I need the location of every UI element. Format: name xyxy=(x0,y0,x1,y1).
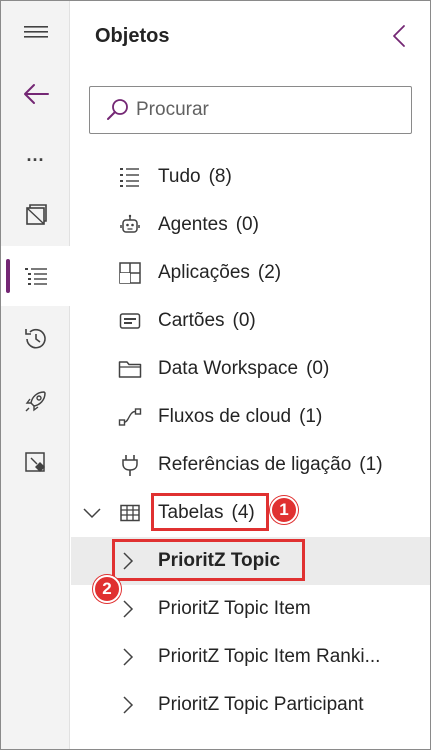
tree-item-label: Referências de ligação xyxy=(158,454,352,475)
pages-button[interactable] xyxy=(1,189,70,241)
search-icon xyxy=(106,98,130,122)
back-arrow-icon xyxy=(23,84,49,104)
chevron-left-icon xyxy=(393,25,405,47)
tree-item-count: (0) xyxy=(232,310,256,331)
bot-icon xyxy=(118,213,142,237)
git-icon xyxy=(24,452,45,472)
tree-item-apps[interactable]: Aplicações (2) xyxy=(71,249,430,297)
tree-item-count: (0) xyxy=(235,214,259,235)
tree-item-cloud-flows[interactable]: Fluxos de cloud (1) xyxy=(71,393,430,441)
table-item-prioritz-topic[interactable]: PrioritZ Topic xyxy=(71,537,430,585)
tree-item-data-workspace[interactable]: Data Workspace (0) xyxy=(71,345,430,393)
tree-item-cards[interactable]: Cartões (0) xyxy=(71,297,430,345)
table-item-prioritz-topic-participant[interactable]: PrioritZ Topic Participant xyxy=(71,681,430,729)
plug-icon xyxy=(118,453,142,477)
tree-list-icon xyxy=(24,268,47,285)
tree-item-tables[interactable]: Tabelas (4) xyxy=(71,489,430,537)
more-button[interactable]: ... xyxy=(1,133,70,185)
apps-icon xyxy=(118,261,142,285)
table-item-label: PrioritZ Topic Item xyxy=(158,598,311,619)
search-box[interactable] xyxy=(89,86,412,134)
tree-item-label: Tabelas xyxy=(158,502,224,523)
tree-item-label: Cartões xyxy=(158,310,225,331)
table-item-label: PrioritZ Topic xyxy=(158,550,281,571)
tree-item-connection-references[interactable]: Referências de ligação (1) xyxy=(71,441,430,489)
table-item-prioritz-topic-item[interactable]: PrioritZ Topic Item xyxy=(71,585,430,633)
hamburger-menu-button[interactable] xyxy=(1,6,70,58)
table-item-label: PrioritZ Topic Item Ranki... xyxy=(158,646,381,667)
table-icon xyxy=(118,501,142,525)
tree-item-label: Data Workspace xyxy=(158,358,299,379)
flow-icon xyxy=(118,405,142,429)
rocket-icon xyxy=(25,391,46,412)
history-icon xyxy=(24,328,46,349)
tree-item-all[interactable]: Tudo (8) xyxy=(71,153,430,201)
chevron-right-icon[interactable] xyxy=(118,647,138,667)
back-button[interactable] xyxy=(1,68,70,120)
tree-item-count: (2) xyxy=(257,262,282,283)
folder-icon xyxy=(118,357,142,381)
chevron-right-icon[interactable] xyxy=(118,599,138,619)
active-indicator xyxy=(6,259,10,293)
tree-item-count: (1) xyxy=(299,406,323,427)
tree-item-agents[interactable]: Agentes (0) xyxy=(71,201,430,249)
tree-item-count: (4) xyxy=(231,502,255,523)
chevron-down-icon[interactable] xyxy=(82,503,102,523)
search-input[interactable] xyxy=(136,90,396,130)
callout-badge-2: 2 xyxy=(93,575,121,603)
tree-item-count: (0) xyxy=(306,358,330,379)
tree-item-label: Fluxos de cloud xyxy=(158,406,292,427)
collapse-panel-button[interactable] xyxy=(386,21,412,51)
tree-item-count: (8) xyxy=(208,166,232,187)
deploy-button[interactable] xyxy=(1,375,70,427)
card-icon xyxy=(118,309,142,333)
tree-item-label: Aplicações xyxy=(158,262,250,283)
pages-icon xyxy=(25,204,47,225)
history-button[interactable] xyxy=(1,313,70,365)
objects-panel: Objetos Tudo (8) xyxy=(71,1,430,749)
tree-item-count: (1) xyxy=(359,454,383,475)
table-item-prioritz-topic-item-ranking[interactable]: PrioritZ Topic Item Ranki... xyxy=(71,633,430,681)
table-item-label: PrioritZ Topic Participant xyxy=(158,694,364,715)
more-icon: ... xyxy=(26,144,45,165)
tree-item-label: Tudo xyxy=(158,166,201,187)
git-button[interactable] xyxy=(1,437,70,489)
hamburger-icon xyxy=(23,26,48,38)
chevron-right-icon[interactable] xyxy=(118,695,138,715)
objects-button[interactable] xyxy=(1,246,70,306)
tree-item-label: Agentes xyxy=(158,214,228,235)
panel-title: Objetos xyxy=(95,25,170,47)
list-icon xyxy=(118,165,142,189)
left-rail: ... xyxy=(1,1,70,749)
chevron-right-icon[interactable] xyxy=(118,551,138,571)
callout-badge-1: 1 xyxy=(270,496,298,524)
